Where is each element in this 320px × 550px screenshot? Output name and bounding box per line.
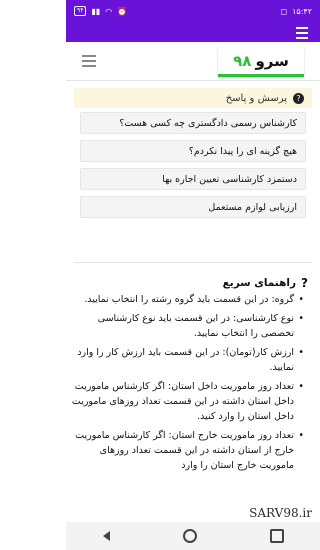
battery-icon: ۹۴ [74, 6, 87, 16]
recent-apps-icon[interactable] [269, 529, 284, 543]
status-icons-left: ۹۴ ▮▮ ◠ ⏰ [74, 6, 127, 16]
signal-icon: ▮▮ [91, 6, 101, 16]
question-mark-icon: ? [301, 276, 308, 290]
top-menu-icon[interactable] [296, 27, 308, 42]
guide-title: راهنمای سریع [222, 277, 297, 289]
wifi-icon: ◠ [105, 6, 113, 16]
status-time: ۱۵:۴۲ [292, 6, 312, 16]
faq-header: ? پرسش و پاسخ [74, 88, 312, 108]
site-logo[interactable]: سرو ۹۸ [218, 48, 304, 77]
guide-item: گروه: در این قسمت باید گروه رشته را انتخ… [70, 292, 304, 307]
divider [74, 262, 312, 263]
question-circle-icon: ? [293, 92, 304, 104]
guide-item: نوع کارشناسی: در این قسمت باید نوع کارشن… [70, 311, 304, 341]
home-icon[interactable] [182, 529, 197, 543]
guide-item: ارزش کار(تومان): در این قسمت باید ارزش ک… [70, 345, 304, 375]
hamburger-menu-icon[interactable] [82, 55, 96, 70]
watermark: SARV98.ir [249, 506, 312, 520]
alarm-icon: ⏰ [117, 6, 128, 16]
faq-item[interactable]: هیچ گزینه ای را پیدا نکردم؟ [80, 140, 306, 162]
system-nav-bar [66, 522, 320, 550]
logo-text-b: ۹۸ [233, 52, 252, 70]
faq-item[interactable]: دستمزد کارشناسی تعیین اجاره بها [80, 168, 306, 190]
guide-item: تعداد روز ماموریت داخل استان: اگر کارشنا… [70, 379, 304, 424]
app-top-bar [66, 22, 320, 42]
guide-header: ? راهنمای سریع [223, 276, 308, 290]
logo-text-a: سرو [255, 52, 289, 70]
back-icon[interactable] [102, 531, 110, 541]
status-bar: ۹۴ ▮▮ ◠ ⏰ ◻ ۱۵:۴۲ [66, 0, 320, 22]
faq-item[interactable]: ارزیابی لوازم مستعمل [80, 196, 306, 218]
faq-item[interactable]: کارشناس رسمی دادگستری چه کسی هست؟ [80, 112, 306, 134]
guide-item: تعداد روز ماموریت خارج استان: اگر کارشنا… [70, 428, 304, 473]
status-icons-right: ◻ ۱۵:۴۲ [280, 7, 312, 16]
faq-title: پرسش و پاسخ [225, 92, 287, 104]
guide-list: گروه: در این قسمت باید گروه رشته را انتخ… [70, 292, 308, 477]
brand-header: سرو ۹۸ [66, 42, 320, 81]
instagram-icon: ◻ [280, 6, 288, 16]
